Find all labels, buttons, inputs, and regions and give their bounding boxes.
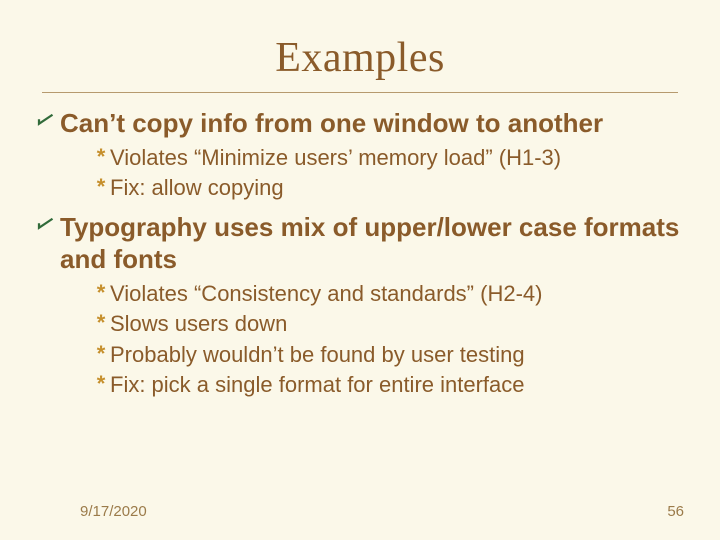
sub-bullet-list: * Violates “Minimize users’ memory load”…: [92, 144, 684, 203]
checkmark-icon: [36, 111, 56, 129]
sub-bullet-text: Fix: allow copying: [110, 174, 284, 203]
asterisk-icon: *: [92, 310, 110, 336]
footer-date: 9/17/2020: [80, 503, 147, 520]
sub-bullet-item: * Slows users down: [92, 310, 684, 339]
asterisk-icon: *: [92, 144, 110, 170]
sub-bullet-text: Probably wouldn’t be found by user testi…: [110, 341, 525, 370]
asterisk-icon: *: [92, 341, 110, 367]
sub-bullet-item: * Fix: allow copying: [92, 174, 684, 203]
sub-bullet-item: * Probably wouldn’t be found by user tes…: [92, 341, 684, 370]
bullet-item: Can’t copy info from one window to anoth…: [36, 107, 684, 140]
slide-title: Examples: [0, 0, 720, 82]
bullet-item: Typography uses mix of upper/lower case …: [36, 211, 684, 276]
checkmark-icon: [36, 215, 56, 233]
asterisk-icon: *: [92, 371, 110, 397]
bullet-text: Can’t copy info from one window to anoth…: [60, 107, 603, 140]
sub-bullet-text: Slows users down: [110, 310, 287, 339]
asterisk-icon: *: [92, 280, 110, 306]
slide-body: Can’t copy info from one window to anoth…: [0, 93, 720, 400]
sub-bullet-text: Violates “Consistency and standards” (H2…: [110, 280, 542, 309]
sub-bullet-text: Fix: pick a single format for entire int…: [110, 371, 525, 400]
sub-bullet-item: * Violates “Consistency and standards” (…: [92, 280, 684, 309]
slide: Examples Can’t copy info from one window…: [0, 0, 720, 540]
sub-bullet-item: * Violates “Minimize users’ memory load”…: [92, 144, 684, 173]
asterisk-icon: *: [92, 174, 110, 200]
sub-bullet-item: * Fix: pick a single format for entire i…: [92, 371, 684, 400]
sub-bullet-text: Violates “Minimize users’ memory load” (…: [110, 144, 561, 173]
bullet-text: Typography uses mix of upper/lower case …: [60, 211, 684, 276]
footer-page-number: 56: [667, 503, 684, 520]
sub-bullet-list: * Violates “Consistency and standards” (…: [92, 280, 684, 400]
